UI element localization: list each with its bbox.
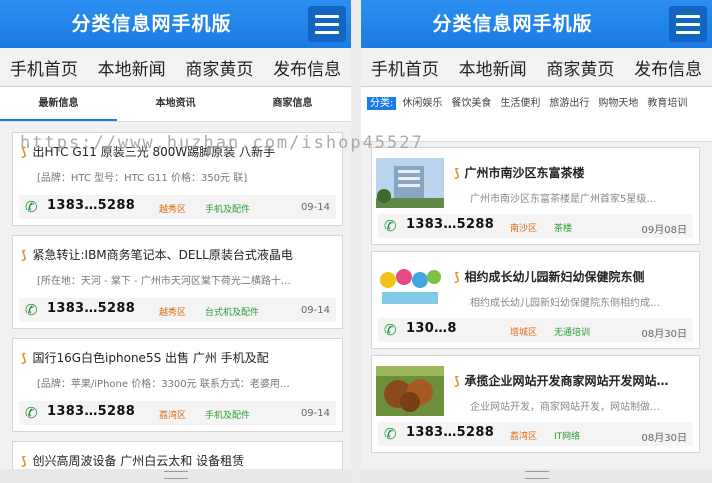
listing-desc: 企业网站开发，商家网站开发，网站制做… [470, 402, 660, 413]
rss-icon: ⟆ [454, 374, 460, 388]
listing-title: 承揽企业网站开发商家网站开发网站… [464, 374, 669, 388]
menu-icon[interactable] [669, 6, 707, 42]
nav-item-post[interactable]: 发布信息 [634, 55, 702, 80]
listing-footer: ✆ 1383…5288 越秀区 台式机及配件 09-14 [19, 298, 336, 322]
nav-item-post[interactable]: 发布信息 [273, 55, 341, 80]
phone-icon: ✆ [384, 321, 397, 339]
tab-merchants[interactable]: 商家信息 [234, 87, 351, 121]
site-title: 分类信息网手机版 [71, 13, 232, 35]
category-tag[interactable]: 茶楼 [554, 221, 572, 234]
listing-date: 09月08日 [641, 225, 687, 236]
listing-date: 08月30日 [641, 329, 687, 340]
phone-icon: ✆ [25, 404, 38, 422]
list-item[interactable]: ⟆ 相约成长幼儿园新妇幼保健院东侧 相约成长幼儿园新妇幼保健院东侧相约成… ✆ 1… [371, 251, 700, 349]
left-phone-screen: 分类信息网手机版 手机首页 本地新闻 商家黄页 发布信息 最新信息 本地资讯 商… [0, 0, 351, 483]
filter-option[interactable]: 生活便利 [500, 98, 540, 109]
filter-option[interactable]: 教育培训 [647, 98, 687, 109]
listing-footer: ✆ 1383…5288 越秀区 手机及配件 09-14 [19, 195, 336, 219]
listing-thumbnail [376, 158, 444, 208]
phone-icon: ✆ [25, 198, 38, 216]
menu-icon[interactable] [308, 6, 346, 42]
category-tag[interactable]: IT网络 [554, 429, 580, 442]
phone-number[interactable]: 130…8 [406, 321, 457, 336]
filter-option[interactable]: 休闲娱乐 [402, 98, 442, 109]
listing-thumbnail [376, 366, 444, 416]
nav-item-news[interactable]: 本地新闻 [459, 55, 527, 80]
bottom-bar [0, 469, 351, 483]
rss-icon: ⟆ [21, 248, 27, 262]
header-bar: 分类信息网手机版 [361, 0, 712, 48]
content-tabs: 最新信息 本地资讯 商家信息 [0, 87, 351, 122]
drag-handle-icon[interactable] [524, 471, 549, 479]
phone-number[interactable]: 1383…5288 [47, 198, 135, 213]
category-tag[interactable]: 手机及配件 [205, 408, 250, 421]
filter-option[interactable]: 旅游出行 [549, 98, 589, 109]
listing-thumbnail [376, 262, 444, 312]
right-phone-screen: 分类信息网手机版 手机首页 本地新闻 商家黄页 发布信息 分类: 休闲娱乐 餐饮美食… [361, 0, 712, 483]
rss-icon: ⟆ [454, 270, 460, 284]
listing-footer: ✆ 1383…5288 南沙区 茶楼 09月08日 [378, 214, 693, 238]
listing-footer: ✆ 130…8 增城区 无通培训 08月30日 [378, 318, 693, 342]
listing-date: 09-14 [300, 305, 330, 316]
main-nav: 手机首页 本地新闻 商家黄页 发布信息 [361, 48, 712, 87]
listing-desc: 广州市南沙区东富茶楼是广州首家5星级… [470, 194, 657, 205]
nav-item-directory[interactable]: 商家黄页 [185, 55, 253, 80]
category-tag[interactable]: 无通培训 [554, 325, 590, 338]
phone-icon: ✆ [384, 425, 397, 443]
area-tag[interactable]: 荔湾区 [159, 408, 186, 421]
listing-title: 紧急转让:IBM商务笔记本、DELL原装台式液晶电 [32, 248, 293, 262]
listing-desc: [所在地：天河 - 棠下 - 广州市天河区棠下荷光二横路十… [37, 276, 291, 287]
site-title: 分类信息网手机版 [432, 13, 593, 35]
listing-title: 国行16G白色iphone5S 出售 广州 手机及配 [32, 351, 269, 365]
filter-option[interactable]: 餐饮美食 [451, 98, 491, 109]
drag-handle-icon[interactable] [163, 471, 188, 479]
listing-title: 创兴高周波设备 广州白云太和 设备租赁 [32, 454, 245, 468]
list-item[interactable]: ⟆ 紧急转让:IBM商务笔记本、DELL原装台式液晶电 [所在地：天河 - 棠下 … [12, 235, 343, 329]
tab-local-news[interactable]: 本地资讯 [117, 87, 234, 121]
listing-title: 相约成长幼儿园新妇幼保健院东侧 [464, 270, 645, 284]
area-tag[interactable]: 越秀区 [159, 202, 186, 215]
phone-icon: ✆ [384, 217, 397, 235]
area-tag[interactable]: 越秀区 [159, 305, 186, 318]
phone-number[interactable]: 1383…5288 [47, 404, 135, 419]
phone-number[interactable]: 1383…5288 [47, 301, 135, 316]
listing-date: 09-14 [300, 408, 330, 419]
nav-item-home[interactable]: 手机首页 [10, 55, 78, 80]
phone-number[interactable]: 1383…5288 [406, 217, 494, 232]
category-tag[interactable]: 手机及配件 [205, 202, 250, 215]
filter-option[interactable]: 购物天地 [598, 98, 638, 109]
phone-number[interactable]: 1383…5288 [406, 425, 494, 440]
list-item[interactable]: ⟆ 国行16G白色iphone5S 出售 广州 手机及配 [品牌：苹果/iPhon… [12, 338, 343, 432]
area-tag[interactable]: 增城区 [510, 325, 537, 338]
phone-icon: ✆ [25, 301, 38, 319]
tab-latest[interactable]: 最新信息 [0, 87, 117, 121]
nav-item-news[interactable]: 本地新闻 [98, 55, 166, 80]
nav-item-directory[interactable]: 商家黄页 [546, 55, 614, 80]
nav-item-home[interactable]: 手机首页 [371, 55, 439, 80]
category-tag[interactable]: 台式机及配件 [205, 305, 259, 318]
list-item[interactable]: ⟆ 广州市南沙区东富茶楼 广州市南沙区东富茶楼是广州首家5星级… ✆ 1383…5… [371, 147, 700, 245]
listing-desc: 相约成长幼儿园新妇幼保健院东侧相约成… [470, 298, 660, 309]
area-tag[interactable]: 南沙区 [510, 221, 537, 234]
rss-icon: ⟆ [454, 166, 460, 180]
header-bar: 分类信息网手机版 [0, 0, 351, 48]
rss-icon: ⟆ [21, 454, 27, 468]
filter-label: 分类: [367, 97, 397, 110]
listing-footer: ✆ 1383…5288 荔湾区 手机及配件 09-14 [19, 401, 336, 425]
rss-icon: ⟆ [21, 351, 27, 365]
listing-desc: [品牌：HTC 型号：HTC G11 价格：350元 联] [37, 173, 248, 184]
listing-desc: [品牌：苹果/iPhone 价格：3300元 联系方式：老婆用… [37, 379, 290, 390]
list-item[interactable]: ⟆ 承揽企业网站开发商家网站开发网站… 企业网站开发，商家网站开发，网站制做… ✆… [371, 355, 700, 453]
main-nav: 手机首页 本地新闻 商家黄页 发布信息 [0, 48, 351, 87]
bottom-bar [361, 469, 712, 483]
listing-footer: ✆ 1383…5288 荔湾区 IT网络 08月30日 [378, 422, 693, 446]
watermark-text: https://www.huzhan.com/ishop45527 [20, 133, 424, 153]
listing-date: 09-14 [300, 202, 330, 213]
area-tag[interactable]: 荔湾区 [510, 429, 537, 442]
listing-date: 08月30日 [641, 433, 687, 444]
listing-title: 广州市南沙区东富茶楼 [464, 166, 585, 180]
